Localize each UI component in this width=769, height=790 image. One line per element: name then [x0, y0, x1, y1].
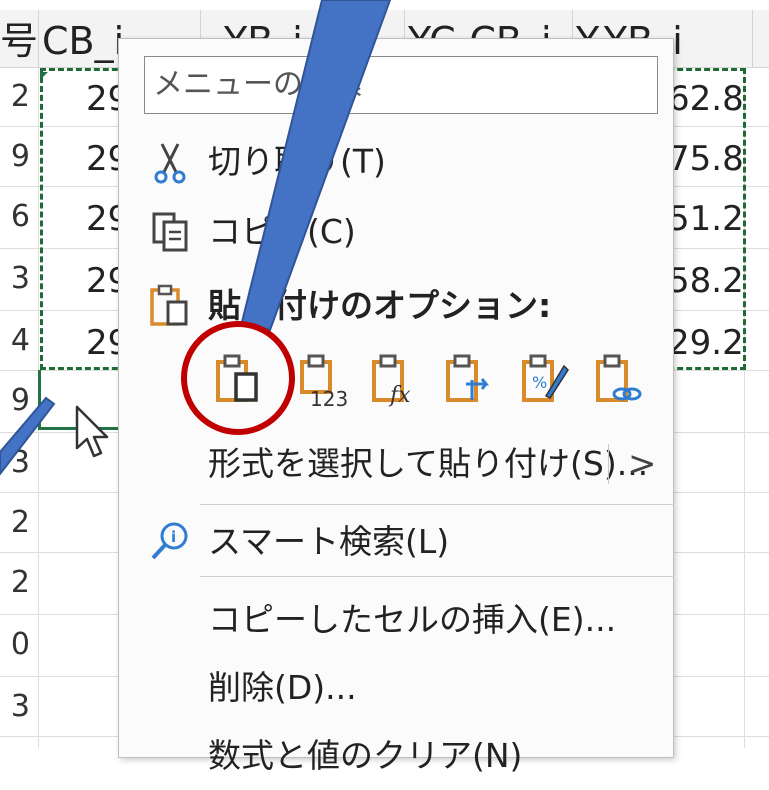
selection-corner: [40, 72, 48, 80]
paste-icon[interactable]: [212, 352, 268, 408]
column-header[interactable]: 号: [0, 10, 39, 67]
scissors-icon: [154, 143, 186, 184]
menu-label: 形式を選択して貼り付け(S)...: [208, 444, 649, 483]
menu-search-input[interactable]: メニューの検索: [144, 56, 658, 114]
menu-item-insert-copied-cells[interactable]: コピーしたセルの挿入(E)...: [118, 586, 674, 654]
menu-heading-paste-options: 貼り付けのオプション:: [118, 272, 674, 340]
row-number[interactable]: 0: [0, 616, 34, 674]
row-number[interactable]: 4: [0, 312, 34, 370]
paste-formatting-icon[interactable]: %: [518, 352, 574, 408]
menu-item-delete[interactable]: 削除(D)...: [118, 654, 674, 722]
copy-icon: [152, 212, 188, 252]
svg-text:123: 123: [310, 387, 348, 408]
paste-formulas-icon[interactable]: fx: [368, 352, 424, 408]
row-number[interactable]: 2: [0, 554, 34, 612]
menu-label: コピー(C): [208, 212, 356, 251]
row-number[interactable]: 6: [0, 188, 34, 246]
menu-label: コピーしたセルの挿入(E)...: [208, 600, 617, 639]
row-number[interactable]: 3: [0, 434, 34, 492]
menu-item-paste-special[interactable]: 形式を選択して貼り付け(S)... >: [118, 430, 674, 498]
submenu-separator: [608, 444, 609, 484]
row-number[interactable]: 3: [0, 250, 34, 308]
svg-text:%: %: [532, 373, 547, 392]
paste-link-icon[interactable]: [592, 352, 648, 408]
svg-text:fx: fx: [388, 383, 411, 408]
row-number[interactable]: 9: [0, 128, 34, 186]
menu-divider: [200, 576, 674, 577]
mouse-cursor-icon: [75, 405, 109, 458]
menu-item-copy[interactable]: コピー(C): [118, 198, 674, 266]
smart-lookup-icon: i: [151, 522, 188, 560]
row-number[interactable]: 3: [0, 678, 34, 736]
submenu-arrow-icon: >: [628, 444, 657, 484]
menu-item-smart-lookup[interactable]: i スマート検索(L): [118, 508, 674, 576]
menu-item-clear-contents[interactable]: 数式と値のクリア(N): [118, 722, 674, 790]
menu-label: スマート検索(L): [208, 522, 450, 561]
paste-transpose-icon[interactable]: [442, 352, 498, 408]
menu-label: 貼り付けのオプション:: [208, 286, 552, 325]
paste-values-icon[interactable]: 123: [296, 352, 352, 408]
menu-divider: [200, 504, 674, 505]
row-number[interactable]: 2: [0, 494, 34, 552]
menu-item-cut[interactable]: 切り取り(T): [118, 128, 674, 196]
menu-label: 削除(D)...: [208, 668, 357, 707]
clipboard-icon: [150, 284, 188, 326]
row-number[interactable]: 9: [0, 372, 34, 430]
row-number[interactable]: 2: [0, 68, 34, 126]
svg-text:i: i: [171, 528, 176, 546]
menu-label: 数式と値のクリア(N): [208, 736, 523, 775]
menu-label: 切り取り(T): [208, 142, 386, 181]
